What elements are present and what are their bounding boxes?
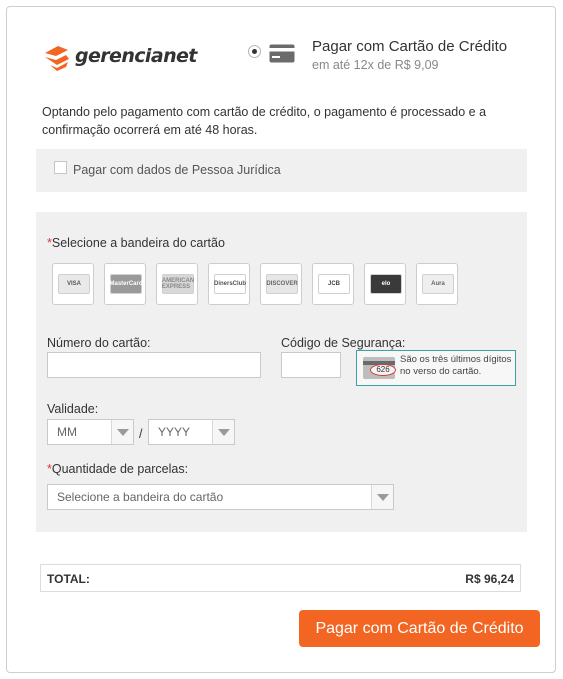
year-select[interactable]: YYYY bbox=[148, 419, 235, 445]
security-code-hint: 626 São os três últimos dígitos no verso… bbox=[356, 350, 516, 386]
pay-credit-card-button[interactable]: Pagar com Cartão de Crédito bbox=[299, 610, 540, 647]
brand-logo-icon: elo bbox=[370, 274, 402, 294]
card-form: *Selecione a bandeira do cartão VISA Mast… bbox=[36, 212, 527, 532]
brand-logo-icon: DinersClub bbox=[214, 274, 246, 294]
month-select[interactable]: MM bbox=[47, 419, 134, 445]
security-hint-text: São os três últimos dígitos no verso do … bbox=[400, 354, 512, 377]
payment-option-title: Pagar com Cartão de Crédito bbox=[312, 38, 508, 55]
credit-card-icon bbox=[269, 44, 295, 63]
pj-checkbox-label[interactable]: Pagar com dados de Pessoa Jurídica bbox=[73, 163, 281, 177]
payment-option-subtitle: em até 12x de R$ 9,09 bbox=[312, 58, 439, 72]
total-row: TOTAL: R$ 96,24 bbox=[40, 564, 521, 592]
chevron-down-icon bbox=[371, 485, 393, 509]
chevron-down-icon bbox=[111, 420, 133, 444]
brand-logo-icon: JCB bbox=[318, 274, 350, 294]
brand-logo-icon: AMERICAN EXPRESS bbox=[162, 274, 194, 294]
total-label: TOTAL: bbox=[47, 572, 90, 586]
card-number-input[interactable] bbox=[47, 352, 261, 378]
brand-logo-icon: DISCOVER bbox=[266, 274, 298, 294]
month-select-value: MM bbox=[57, 425, 77, 439]
brand-option-discover[interactable]: DISCOVER bbox=[260, 263, 302, 305]
installments-select[interactable]: Selecione a bandeira do cartão bbox=[47, 484, 394, 510]
total-value: R$ 96,24 bbox=[465, 572, 514, 586]
brand-option-visa[interactable]: VISA bbox=[52, 263, 94, 305]
brand-logo-icon: Aura bbox=[422, 274, 454, 294]
gerencianet-logo-icon bbox=[45, 46, 69, 71]
gerencianet-logo: gerencianet bbox=[42, 41, 197, 71]
brand-option-american-express[interactable]: AMERICAN EXPRESS bbox=[156, 263, 198, 305]
installments-select-value: Selecione a bandeira do cartão bbox=[57, 490, 224, 504]
brand-logo-icon: MasterCard bbox=[110, 274, 143, 294]
intro-text: Optando pelo pagamento com cartão de cré… bbox=[42, 105, 487, 137]
installments-label: *Quantidade de parcelas: bbox=[47, 462, 189, 476]
validity-label: Validade: bbox=[47, 402, 99, 416]
brand-option-aura[interactable]: Aura bbox=[416, 263, 458, 305]
brand-logo-icon: VISA bbox=[58, 274, 90, 294]
brand-option-mastercard[interactable]: MasterCard bbox=[104, 263, 146, 305]
card-number-label: Número do cartão: bbox=[47, 336, 151, 350]
card-brand-list: VISA MasterCard AMERICAN EXPRESS DinersClub… bbox=[52, 263, 468, 305]
security-code-label: Código de Segurança: bbox=[281, 336, 406, 350]
credit-card-radio[interactable] bbox=[248, 45, 261, 58]
brand-option-elo[interactable]: elo bbox=[364, 263, 406, 305]
security-code-input[interactable] bbox=[281, 352, 341, 378]
brand-option-diners-club[interactable]: DinersClub bbox=[208, 263, 250, 305]
date-separator: / bbox=[139, 427, 143, 441]
chevron-down-icon bbox=[212, 420, 234, 444]
pj-checkbox[interactable] bbox=[54, 161, 67, 174]
brand-option-jcb[interactable]: JCB bbox=[312, 263, 354, 305]
brand-select-label: *Selecione a bandeira do cartão bbox=[47, 236, 225, 250]
pj-option-box: Pagar com dados de Pessoa Jurídica bbox=[36, 149, 527, 192]
logo-text: gerencianet bbox=[75, 45, 197, 67]
year-select-value: YYYY bbox=[158, 425, 191, 439]
hint-sample-code: 626 bbox=[370, 364, 396, 376]
